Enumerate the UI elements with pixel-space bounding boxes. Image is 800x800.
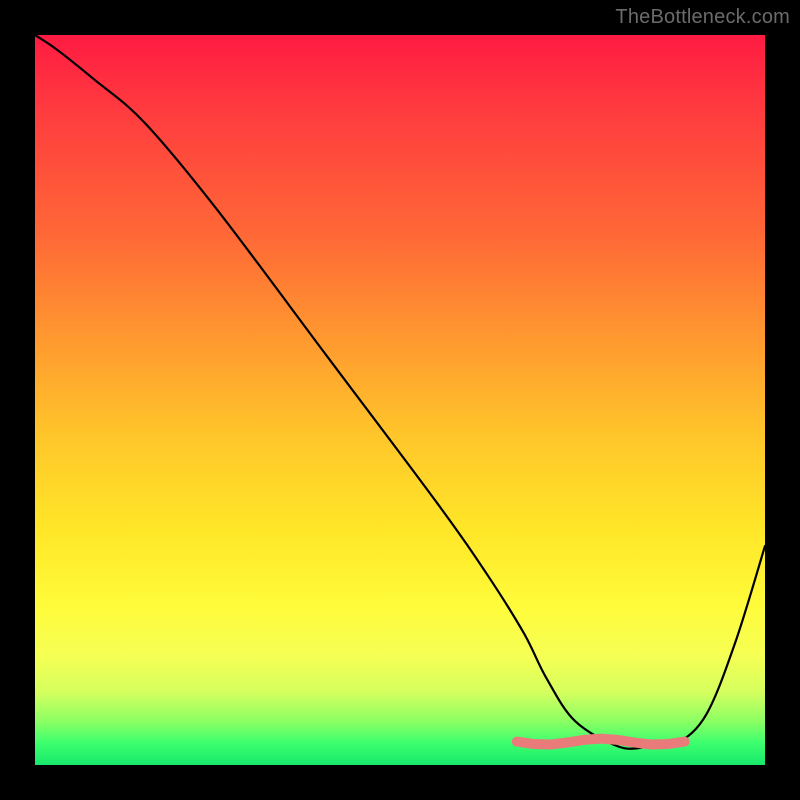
- watermark-text: TheBottleneck.com: [615, 6, 790, 29]
- flat-segment-highlight: [517, 739, 685, 745]
- bottleneck-curve: [35, 35, 765, 749]
- plot-area: [35, 35, 765, 765]
- chart-svg: [35, 35, 765, 765]
- chart-frame: TheBottleneck.com: [0, 0, 800, 800]
